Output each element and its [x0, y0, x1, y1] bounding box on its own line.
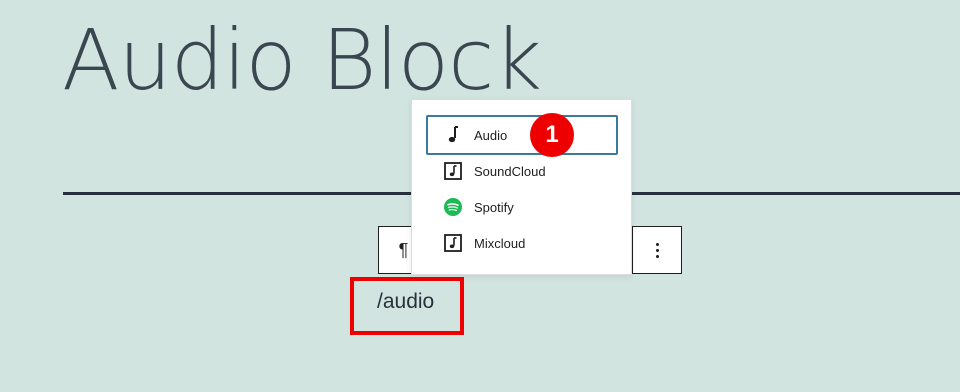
embed-audio-icon — [444, 162, 462, 180]
spotify-icon — [444, 198, 462, 216]
more-options-button[interactable] — [632, 226, 682, 274]
block-inserter-popover: Audio SoundCloud Spotify Mixcloud — [411, 99, 632, 275]
audio-note-icon — [444, 126, 462, 144]
highlight-annotation-box — [350, 277, 464, 335]
inserter-item-label: SoundCloud — [474, 163, 546, 179]
inserter-item-mixcloud[interactable]: Mixcloud — [426, 223, 618, 263]
step-number-badge: 1 — [530, 113, 574, 157]
inserter-item-spotify[interactable]: Spotify — [426, 187, 618, 227]
inserter-item-audio[interactable]: Audio — [426, 115, 618, 155]
embed-audio-icon — [444, 234, 462, 252]
inserter-item-label: Mixcloud — [474, 235, 526, 251]
page-title: Audio Block — [62, 11, 542, 109]
pilcrow-icon: ¶ — [398, 239, 409, 260]
inserter-item-label: Audio — [474, 127, 508, 143]
more-vertical-icon — [655, 242, 659, 258]
inserter-item-label: Spotify — [474, 199, 514, 215]
inserter-item-soundcloud[interactable]: SoundCloud — [426, 151, 618, 191]
